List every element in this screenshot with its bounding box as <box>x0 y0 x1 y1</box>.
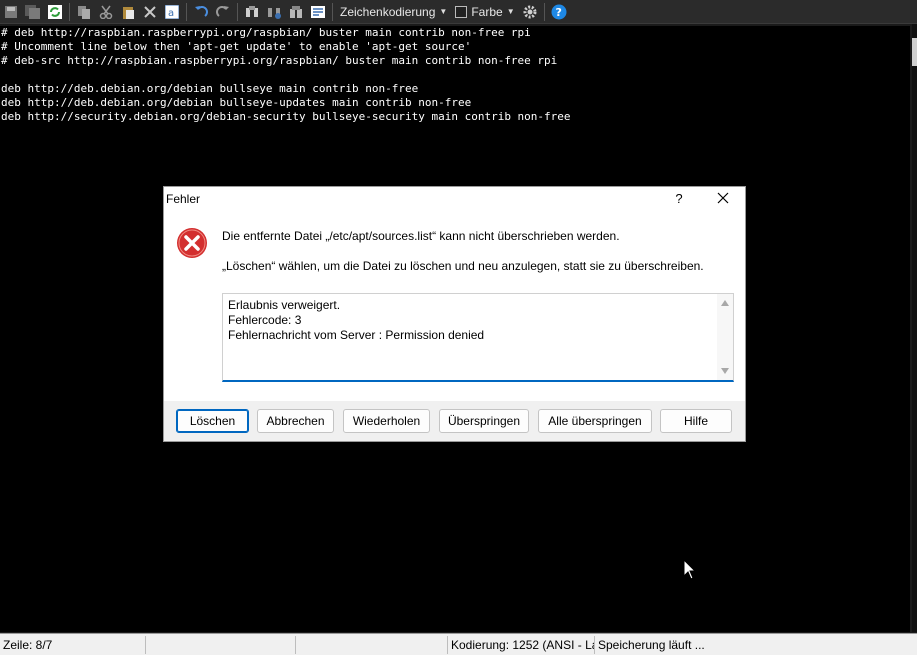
details-line: Fehlernachricht vom Server : Permission … <box>228 328 485 342</box>
help-icon[interactable]: ? <box>550 3 568 21</box>
select-all-icon[interactable]: a <box>163 3 181 21</box>
error-icon <box>177 228 207 258</box>
scrollbar-thumb[interactable] <box>912 38 917 66</box>
skip-button[interactable]: Überspringen <box>439 409 529 433</box>
details-line: Fehlercode: 3 <box>228 313 302 327</box>
redo-icon[interactable] <box>214 3 232 21</box>
details-line: Erlaubnis verweigert. <box>228 298 341 312</box>
settings-icon[interactable] <box>521 3 539 21</box>
editor-line[interactable]: # deb-src http://raspbian.raspberrypi.or… <box>0 54 910 68</box>
delete-icon[interactable] <box>141 3 159 21</box>
vertical-scrollbar[interactable] <box>912 24 917 632</box>
find-replace-icon[interactable] <box>265 3 283 21</box>
toolbar-separator <box>186 2 187 21</box>
close-icon[interactable] <box>717 192 729 204</box>
status-empty <box>296 635 448 654</box>
status-bar: Zeile: 8/7 Kodierung: 1252 (ANSI - La Sp… <box>0 633 917 655</box>
color-dropdown[interactable]: Farbe ▼ <box>455 4 515 19</box>
scroll-up-icon[interactable] <box>721 300 729 306</box>
mouse-cursor-icon <box>683 559 697 580</box>
encoding-dropdown[interactable]: Zeichenkodierung ▼ <box>340 5 447 19</box>
save-all-icon[interactable] <box>24 3 42 21</box>
retry-button[interactable]: Wiederholen <box>343 409 430 433</box>
editor-line[interactable]: # Uncomment line below then 'apt-get upd… <box>0 40 910 54</box>
color-checkbox[interactable] <box>455 5 468 18</box>
paste-icon[interactable] <box>119 3 137 21</box>
cut-icon[interactable] <box>97 3 115 21</box>
status-encoding: Kodierung: 1252 (ANSI - La <box>448 635 595 654</box>
undo-icon[interactable] <box>192 3 210 21</box>
encoding-label: Zeichenkodierung <box>340 4 436 19</box>
refresh-icon[interactable] <box>46 3 64 21</box>
status-empty <box>146 635 296 654</box>
toolbar-separator <box>237 2 238 21</box>
svg-text:a: a <box>168 8 174 19</box>
toolbar-separator <box>543 2 545 21</box>
editor-line[interactable]: deb http://deb.debian.org/debian bullsey… <box>0 96 910 110</box>
word-wrap-icon[interactable] <box>309 3 327 21</box>
dialog-title: Fehler <box>166 192 201 206</box>
compare-icon[interactable] <box>287 3 305 21</box>
help-dialog-button[interactable]: Hilfe <box>660 409 732 433</box>
cancel-button[interactable]: Abbrechen <box>257 409 334 433</box>
editor-line[interactable]: deb http://security.debian.org/debian-se… <box>0 110 910 124</box>
details-textbox[interactable]: Erlaubnis verweigert. Fehlercode: 3 Fehl… <box>222 293 734 382</box>
error-message: Die entfernte Datei „/etc/apt/sources.li… <box>222 229 620 243</box>
help-button[interactable]: ? <box>674 191 684 206</box>
status-line: Zeile: 8/7 <box>0 635 146 654</box>
find-icon[interactable] <box>243 3 261 21</box>
details-scrollbar[interactable] <box>717 294 733 380</box>
color-label: Farbe <box>471 4 503 19</box>
toolbar-separator <box>332 2 333 21</box>
editor-line[interactable]: # deb http://raspbian.raspberrypi.org/ra… <box>0 26 910 40</box>
copy-icon[interactable] <box>75 3 93 21</box>
skip-all-button[interactable]: Alle überspringen <box>538 409 652 433</box>
toolbar-separator <box>69 2 70 21</box>
error-dialog: Fehler ? Die entfernte Datei „/etc/apt/s… <box>163 186 746 442</box>
error-hint: „Löschen“ wählen, um die Datei zu lösche… <box>222 259 704 273</box>
save-icon[interactable] <box>2 3 20 21</box>
toolbar: a Zeichenkodierung ▼ Farbe ▼ ? <box>0 0 917 24</box>
chevron-down-icon: ▼ <box>439 7 448 16</box>
scroll-down-icon[interactable] <box>721 368 729 374</box>
editor-line[interactable] <box>0 68 910 82</box>
background-page-strip <box>0 655 917 661</box>
chevron-down-icon: ▼ <box>506 7 515 16</box>
svg-text:?: ? <box>555 6 561 19</box>
status-saving: Speicherung läuft ... <box>598 637 705 652</box>
delete-button[interactable]: Löschen <box>176 409 249 433</box>
dialog-titlebar: Fehler ? <box>164 187 745 211</box>
editor-line[interactable]: deb http://deb.debian.org/debian bullsey… <box>0 82 910 96</box>
